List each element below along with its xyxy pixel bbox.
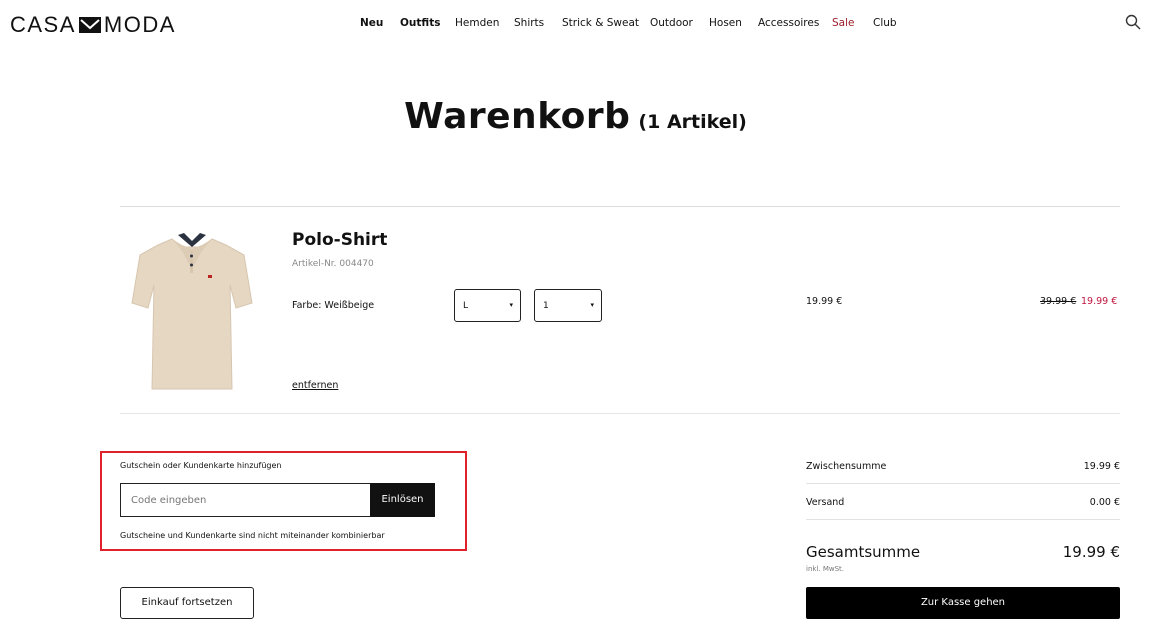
total-label: Gesamtsumme	[806, 543, 921, 561]
article-number: Artikel-Nr. 004470	[292, 259, 374, 269]
nav-item-outfits[interactable]: Outfits	[400, 17, 440, 29]
nav-item-shirts[interactable]: Shirts	[514, 17, 544, 29]
caret-down-icon: ▾	[509, 301, 513, 309]
subtotal-label: Zwischensumme	[806, 461, 887, 472]
summary-divider	[806, 519, 1120, 520]
redeem-button[interactable]: Einlösen	[370, 483, 435, 517]
nav-item-club[interactable]: Club	[873, 17, 897, 29]
old-price: 39.99 €	[1040, 296, 1077, 307]
voucher-label: Gutschein oder Kundenkarte hinzufügen	[120, 461, 282, 470]
search-icon[interactable]	[1125, 14, 1141, 30]
sale-price: 19.99 €	[1081, 296, 1118, 307]
quantity-select[interactable]: 1 ▾	[534, 289, 602, 322]
total-value: 19.99 €	[1062, 543, 1120, 561]
summary-divider	[806, 483, 1120, 484]
nav-item-neu[interactable]: Neu	[360, 17, 383, 29]
voucher-note: Gutscheine und Kundenkarte sind nicht mi…	[120, 531, 385, 540]
item-count: (1 Artikel)	[638, 111, 747, 133]
nav-item-outdoor[interactable]: Outdoor	[650, 17, 693, 29]
product-color: Farbe: Weißbeige	[292, 300, 375, 311]
shipping-label: Versand	[806, 497, 845, 508]
size-select[interactable]: L ▾	[454, 289, 521, 322]
main-nav: Neu Outfits Hemden Shirts Strick & Sweat…	[0, 17, 1151, 31]
shipping-row: Versand 0.00 €	[806, 497, 1120, 508]
nav-item-hemden[interactable]: Hemden	[455, 17, 499, 29]
divider-bottom	[120, 413, 1120, 414]
size-value: L	[463, 301, 469, 311]
page-title-text: Warenkorb	[404, 96, 631, 137]
nav-item-accessoires[interactable]: Accessoires	[758, 17, 819, 29]
unit-price: 19.99 €	[806, 296, 843, 307]
remove-item-link[interactable]: entfernen	[292, 380, 338, 391]
nav-item-sale[interactable]: Sale	[832, 17, 854, 29]
quantity-value: 1	[543, 301, 549, 311]
product-name[interactable]: Polo-Shirt	[292, 230, 387, 250]
continue-shopping-button[interactable]: Einkauf fortsetzen	[120, 587, 254, 619]
divider-top	[120, 206, 1120, 207]
caret-down-icon: ▾	[590, 301, 594, 309]
product-image[interactable]	[128, 225, 254, 393]
page-title: Warenkorb (1 Artikel)	[0, 96, 1151, 137]
shipping-value: 0.00 €	[1089, 497, 1120, 508]
nav-item-strick-sweat[interactable]: Strick & Sweat	[562, 17, 639, 29]
tax-note: inkl. MwSt.	[806, 565, 845, 573]
nav-item-hosen[interactable]: Hosen	[709, 17, 742, 29]
checkout-button[interactable]: Zur Kasse gehen	[806, 587, 1120, 619]
subtotal-value: 19.99 €	[1083, 461, 1120, 472]
voucher-code-input[interactable]	[120, 483, 372, 517]
subtotal-row: Zwischensumme 19.99 €	[806, 461, 1120, 472]
